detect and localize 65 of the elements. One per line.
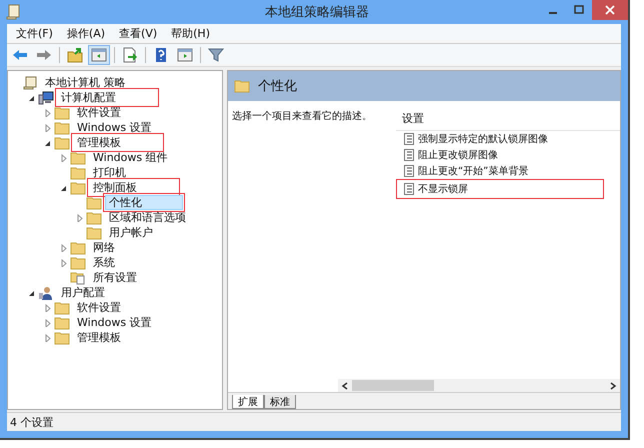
tree-item[interactable]: 网络 [89, 240, 119, 255]
folder-document-icon [70, 270, 86, 284]
folder-icon [70, 150, 86, 164]
tree-item[interactable]: 系统 [89, 255, 119, 270]
tree-item[interactable]: 计算机配置 [57, 90, 157, 105]
menu-item[interactable]: 操作(A) [62, 26, 110, 41]
setting-item[interactable]: 不显示锁屏 [418, 182, 468, 196]
folder-icon [54, 300, 70, 314]
tree-item[interactable]: 区域和语言选项 [105, 210, 190, 225]
policy-icon [404, 133, 414, 145]
policy-icon [404, 149, 414, 161]
tree-item[interactable]: 用户帐户 [105, 225, 157, 240]
tab[interactable]: 扩展 [232, 395, 264, 409]
tree-item[interactable]: Windows 组件 [89, 150, 172, 165]
folder-icon [70, 180, 86, 194]
maximize-icon [574, 5, 584, 15]
setting-item[interactable]: 阻止更改“开始”菜单背景 [418, 164, 528, 178]
folder-icon [86, 226, 102, 240]
tree-item[interactable]: 管理模板 [73, 135, 162, 150]
setting-item[interactable]: 阻止更改锁屏图像 [418, 148, 498, 162]
section-title: 个性化 [258, 78, 297, 95]
folder-icon [54, 316, 70, 330]
tree-item[interactable]: Windows 设置 [73, 315, 156, 330]
menu-item[interactable]: 帮助(H) [166, 26, 215, 41]
tree-item[interactable]: 所有设置 [89, 270, 141, 285]
scroll-icon [6, 4, 20, 20]
tree-item[interactable]: 个性化 [105, 195, 183, 210]
folder-icon [54, 106, 70, 120]
description-text: 选择一个项目来查看它的描述。 [231, 110, 373, 124]
tree-item[interactable]: 控制面板 [89, 180, 178, 195]
tree-item[interactable]: 软件设置 [73, 105, 125, 120]
tree-item[interactable]: 管理模板 [73, 330, 125, 345]
computer-icon [38, 90, 54, 104]
setting-item[interactable]: 强制显示特定的默认锁屏图像 [418, 132, 548, 146]
menu-item[interactable]: 文件(F) [11, 26, 58, 41]
scroll-icon [22, 76, 38, 90]
folder-icon [70, 256, 86, 270]
policy-icon [404, 165, 414, 177]
column-header[interactable]: 设置 [396, 111, 620, 131]
folder-icon [54, 330, 70, 344]
folder-icon [54, 120, 70, 134]
right-chevron-icon[interactable] [609, 382, 617, 390]
folder-icon [86, 210, 102, 224]
tree-item[interactable]: 本地计算机 策略 [41, 75, 130, 90]
folder-icon [54, 136, 70, 150]
close-button[interactable] [592, 0, 628, 20]
close-icon [605, 5, 615, 15]
folder-icon [70, 166, 86, 180]
menu-item[interactable]: 查看(V) [114, 26, 162, 41]
status-text: 4 个设置 [10, 414, 54, 430]
horizontal-scrollbar[interactable] [338, 379, 620, 392]
window-title: 本地组策略编辑器 [265, 4, 369, 21]
tree-item[interactable]: 打印机 [89, 165, 130, 180]
user-icon [38, 286, 54, 300]
tree-item[interactable]: 用户配置 [57, 285, 109, 300]
minimize-icon [549, 12, 557, 14]
folder-icon [70, 240, 86, 254]
policy-icon [404, 183, 414, 195]
left-chevron-icon[interactable] [341, 382, 349, 390]
tree-item[interactable]: 软件设置 [73, 300, 125, 315]
tab[interactable]: 标准 [264, 395, 296, 409]
folder-icon [86, 196, 102, 210]
panes-icon[interactable] [88, 45, 110, 65]
tree-item[interactable]: Windows 设置 [73, 120, 156, 135]
folder-icon [234, 79, 250, 93]
